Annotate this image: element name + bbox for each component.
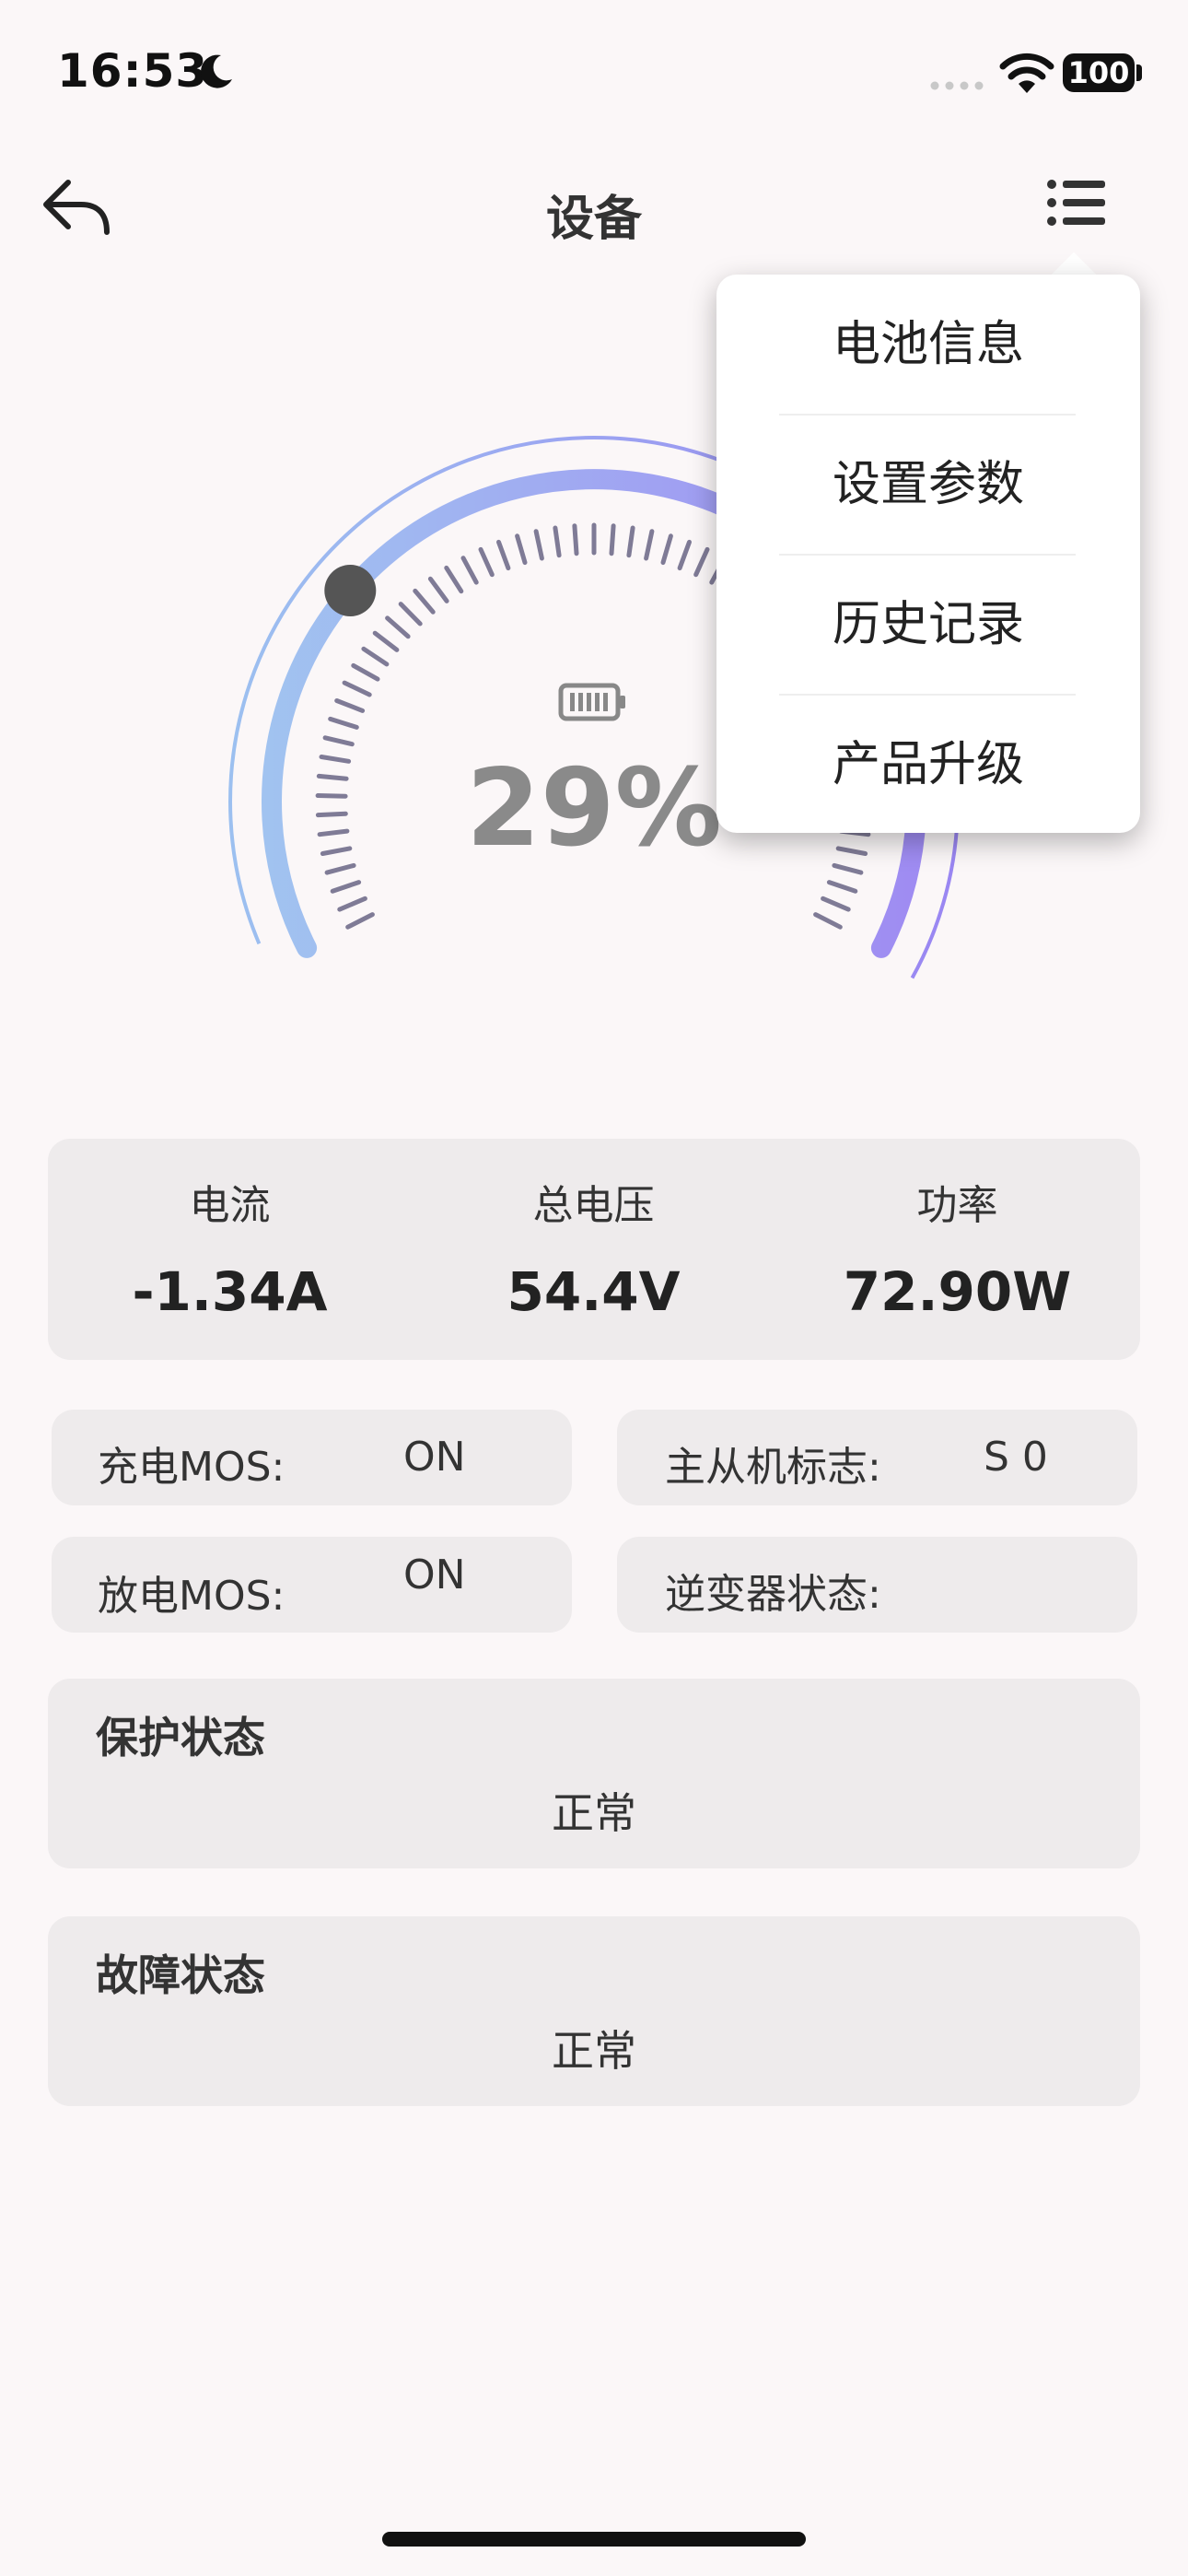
gauge-tick: [319, 755, 352, 764]
gauge-tick: [626, 525, 635, 558]
gauge-tick: [826, 880, 858, 894]
charge-mos-label: 充电MOS:: [98, 1444, 285, 1491]
menu-item-settings[interactable]: 设置参数: [716, 415, 1140, 555]
discharge-mos-label: 放电MOS:: [98, 1573, 285, 1620]
gauge-tick: [460, 556, 479, 585]
gauge-tick: [345, 912, 375, 930]
gauge-tick: [609, 523, 616, 556]
wifi-icon: [999, 53, 1054, 93]
gauge-tick: [324, 862, 356, 875]
gauge-tick: [660, 533, 673, 566]
dropdown-menu: 电池信息 设置参数 历史记录 产品升级: [716, 275, 1140, 833]
master-slave-pill: 主从机标志: S 0: [617, 1410, 1137, 1505]
gauge-tick: [427, 576, 449, 603]
voltage-value: 54.4V: [507, 1260, 681, 1323]
gauge-tick: [413, 588, 436, 615]
gauge-tick: [320, 846, 353, 856]
gauge-tick: [515, 533, 528, 566]
gauge-tick: [677, 539, 692, 571]
gauge-tick: [334, 698, 366, 713]
menu-item-battery-info[interactable]: 电池信息: [716, 275, 1140, 415]
inverter-label: 逆变器状态:: [665, 1571, 881, 1618]
charge-mos-value: ON: [403, 1434, 466, 1481]
battery-status-nub: [1136, 64, 1142, 81]
battery-icon: [558, 683, 625, 721]
power-label: 功率: [916, 1182, 998, 1229]
gauge-tick: [553, 525, 562, 558]
fault-state-card: 故障状态 正常: [48, 1916, 1140, 2106]
status-time: 16:53: [57, 44, 209, 98]
cellular-signal-icon: [930, 81, 984, 90]
gauge-tick: [533, 529, 544, 561]
current-value: -1.34A: [132, 1260, 328, 1323]
voltage-label: 总电压: [532, 1182, 655, 1229]
gauge-tick: [337, 896, 367, 912]
gauge-tick: [328, 716, 359, 730]
gauge-tick: [644, 529, 655, 561]
protection-state-value: 正常: [552, 1788, 636, 1838]
menu-item-upgrade[interactable]: 产品升级: [716, 695, 1140, 835]
gauge-tick: [832, 862, 864, 875]
gauge-tick: [315, 793, 348, 799]
gauge-tick: [316, 773, 349, 781]
battery-status-badge: 100: [1063, 53, 1135, 92]
gauge-tick: [693, 546, 710, 578]
master-slave-label: 主从机标志:: [665, 1444, 881, 1491]
inverter-pill: 逆变器状态:: [617, 1537, 1137, 1633]
moon-icon: [201, 54, 232, 88]
gauge-tick: [444, 565, 464, 594]
charge-mos-pill: 充电MOS: ON: [52, 1410, 572, 1505]
gauge-tick: [813, 912, 843, 930]
gauge-tick: [342, 680, 372, 697]
gauge-tick: [317, 828, 350, 837]
fault-state-value: 正常: [552, 2026, 636, 2076]
home-indicator[interactable]: [382, 2532, 806, 2547]
master-slave-value: S 0: [984, 1434, 1048, 1481]
page-title: 设备: [545, 192, 642, 247]
discharge-mos-value: ON: [403, 1551, 466, 1598]
discharge-mos-pill: 放电MOS: ON: [52, 1537, 572, 1633]
gauge-knob: [324, 565, 377, 616]
gauge-tick: [361, 646, 390, 667]
protection-state-title: 保护状态: [96, 1713, 265, 1762]
metrics-card: 电流 -1.34A 总电压 54.4V 功率 72.90W: [48, 1139, 1140, 1360]
gauge-tick: [330, 880, 362, 894]
protection-state-card: 保护状态 正常: [48, 1679, 1140, 1868]
gauge-tick: [478, 546, 495, 578]
gauge-tick: [398, 602, 423, 626]
fault-state-title: 故障状态: [96, 1950, 265, 2000]
gauge-tick: [372, 630, 400, 652]
menu-item-history[interactable]: 历史记录: [716, 555, 1140, 695]
gauge-tick: [351, 662, 380, 682]
gauge-tick: [496, 539, 511, 571]
gauge-tick: [572, 523, 579, 556]
gauge-tick: [322, 735, 355, 747]
power-value: 72.90W: [843, 1260, 1072, 1323]
gauge-tick: [385, 615, 411, 639]
menu-icon[interactable]: [1046, 175, 1107, 232]
current-label: 电流: [189, 1182, 271, 1229]
gauge-tick: [835, 846, 868, 856]
gauge-tick: [821, 896, 851, 912]
